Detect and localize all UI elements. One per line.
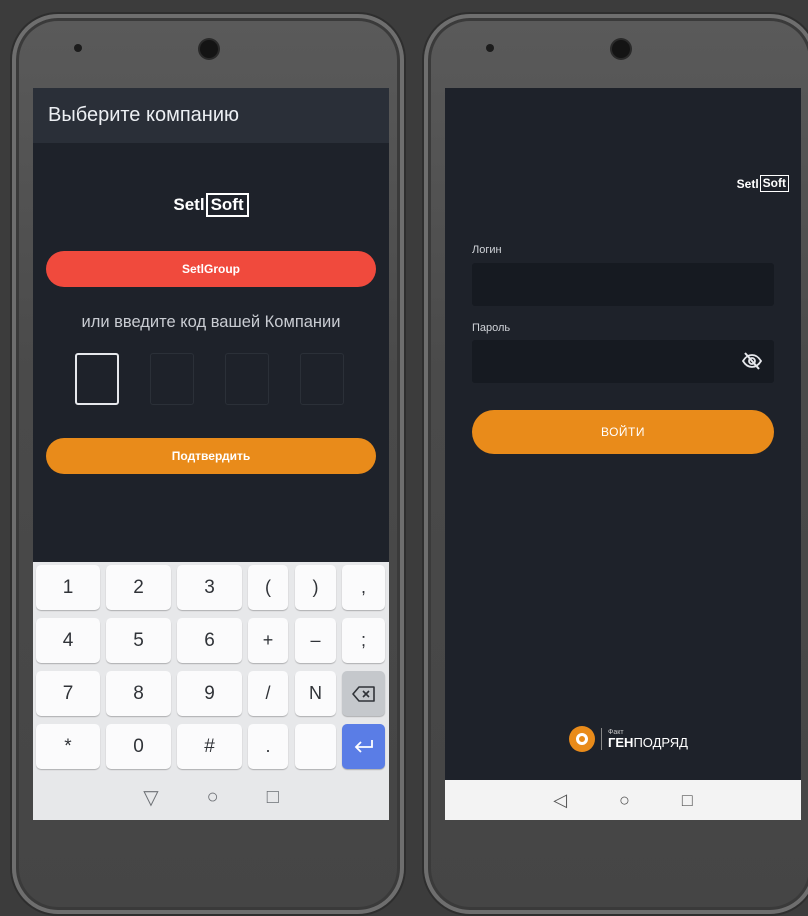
front-camera	[200, 40, 218, 58]
setlsoft-logo: Setl Soft	[737, 175, 789, 192]
phone-left: Выберите компанию Setl Soft SetlGroup ил…	[12, 14, 404, 914]
login-screen: Setl Soft Логин Пароль ВОЙТИ Факт ГЕНПОД…	[445, 88, 801, 820]
login-label: Логин	[472, 244, 502, 256]
logo-part2: Soft	[205, 193, 249, 217]
brand-divider	[601, 728, 602, 750]
key-open-paren[interactable]: (	[248, 565, 288, 610]
key-3[interactable]: 3	[177, 565, 242, 610]
key-4[interactable]: 4	[36, 618, 100, 663]
brand-text: Факт ГЕНПОДРЯД	[608, 729, 688, 749]
key-hash[interactable]: #	[177, 724, 242, 769]
key-close-paren[interactable]: )	[295, 565, 336, 610]
enter-icon	[354, 739, 373, 753]
company-code-hint: или введите код вашей Компании	[81, 313, 341, 331]
key-7[interactable]: 7	[36, 671, 100, 716]
company-select-screen: Выберите компанию Setl Soft SetlGroup ил…	[33, 88, 389, 820]
speaker	[74, 44, 82, 52]
key-0[interactable]: 0	[106, 724, 171, 769]
code-digit-1[interactable]	[75, 353, 119, 405]
logo-part1: Setl	[736, 176, 759, 191]
code-digit-4[interactable]	[300, 353, 344, 405]
key-6[interactable]: 6	[177, 618, 242, 663]
company-setlgroup-button[interactable]: SetlGroup	[46, 251, 376, 287]
nav-back-icon[interactable]: ▽	[143, 785, 158, 810]
login-button[interactable]: ВОЙТИ	[472, 410, 774, 454]
enter-key[interactable]	[342, 724, 385, 769]
key-9[interactable]: 9	[177, 671, 242, 716]
nav-recent-icon[interactable]: □	[267, 786, 279, 809]
nav-recent-icon[interactable]: □	[682, 790, 693, 811]
password-label: Пароль	[472, 322, 511, 334]
android-nav-bar: ▽ ○ □	[33, 774, 389, 820]
key-2[interactable]: 2	[106, 565, 171, 610]
key-8[interactable]: 8	[106, 671, 171, 716]
key-n[interactable]: N	[295, 671, 336, 716]
android-nav-bar: ◁ ○ □	[445, 780, 801, 820]
brand-bold-text: ГЕН	[608, 735, 634, 750]
phone-right: Setl Soft Логин Пароль ВОЙТИ Факт ГЕНПОД…	[424, 14, 808, 914]
key-5[interactable]: 5	[106, 618, 171, 663]
key-slash[interactable]: /	[248, 671, 288, 716]
confirm-button[interactable]: Подтвердить	[46, 438, 376, 474]
key-plus[interactable]: +	[248, 618, 288, 663]
login-input[interactable]	[472, 263, 774, 306]
code-digit-3[interactable]	[225, 353, 269, 405]
key-space[interactable]	[295, 724, 336, 769]
brand-rest-text: ПОДРЯД	[633, 735, 688, 750]
key-minus[interactable]: –	[295, 618, 336, 663]
nav-home-icon[interactable]: ○	[619, 790, 630, 811]
nav-back-icon[interactable]: ◁	[553, 790, 567, 811]
code-digit-2[interactable]	[150, 353, 194, 405]
fakt-genpodryad-logo: Факт ГЕНПОДРЯД	[569, 726, 688, 752]
speaker	[486, 44, 494, 52]
nav-home-icon[interactable]: ○	[207, 786, 219, 809]
key-period[interactable]: .	[248, 724, 288, 769]
eye-off-icon[interactable]	[742, 352, 762, 370]
logo-part1: Setl	[173, 195, 205, 214]
backspace-icon	[351, 685, 375, 702]
backspace-key[interactable]	[342, 671, 385, 716]
key-semicolon[interactable]: ;	[342, 618, 385, 663]
key-asterisk[interactable]: *	[36, 724, 100, 769]
password-input[interactable]	[472, 340, 774, 383]
brand-main-text: ГЕНПОДРЯД	[608, 736, 688, 749]
logo-part2: Soft	[759, 175, 789, 192]
front-camera	[612, 40, 630, 58]
key-1[interactable]: 1	[36, 565, 100, 610]
page-title: Выберите компанию	[48, 104, 239, 126]
setlsoft-logo: Setl Soft	[33, 193, 389, 217]
app-bar: Выберите компанию	[33, 88, 389, 143]
magnifier-logo-icon	[569, 726, 595, 752]
key-comma[interactable]: ,	[342, 565, 385, 610]
